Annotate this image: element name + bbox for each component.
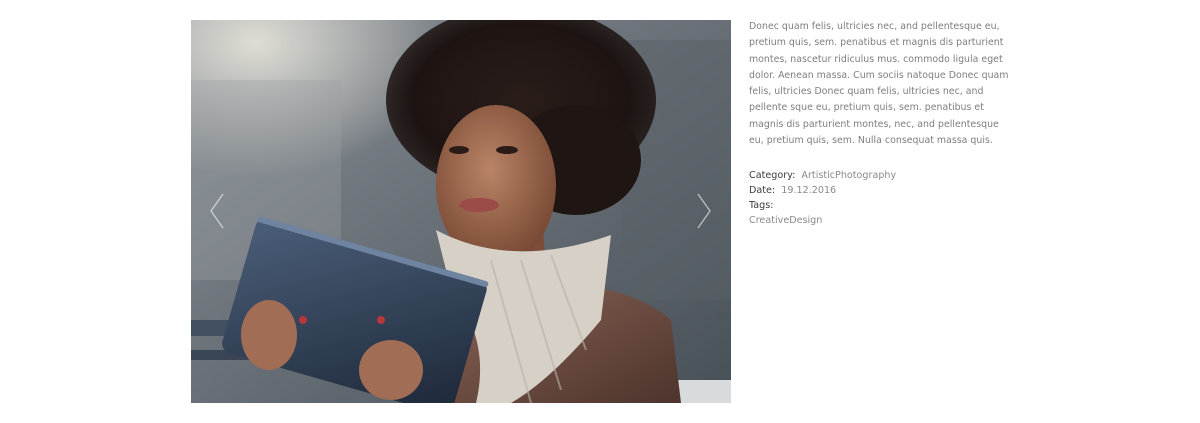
date-label: Date: [749, 185, 776, 197]
project-category: Category: ArtisticPhotography [749, 169, 1011, 184]
project-details: Donec quam felis, ultricies nec, and pel… [749, 19, 1011, 229]
slider-prev-button[interactable] [208, 192, 226, 230]
slider-next-button[interactable] [695, 192, 713, 230]
project-photo [191, 20, 731, 403]
tags-list: CreativeDesign [749, 214, 1011, 229]
tags-label: Tags: [749, 199, 774, 211]
category-link[interactable]: ArtisticPhotography [801, 170, 896, 181]
project-date: Date: 19.12.2016 [749, 184, 1011, 199]
project-image-slider[interactable] [191, 20, 731, 403]
chevron-right-icon [697, 193, 711, 229]
category-label: Category: [749, 170, 796, 182]
date-value: 19.12.2016 [781, 185, 837, 197]
chevron-left-icon [210, 193, 224, 229]
tag-link[interactable]: CreativeDesign [749, 215, 822, 226]
project-description: Donec quam felis, ultricies nec, and pel… [749, 21, 1009, 147]
portfolio-single: Donec quam felis, ultricies nec, and pel… [0, 0, 1200, 423]
project-tags: Tags: [749, 199, 1011, 214]
